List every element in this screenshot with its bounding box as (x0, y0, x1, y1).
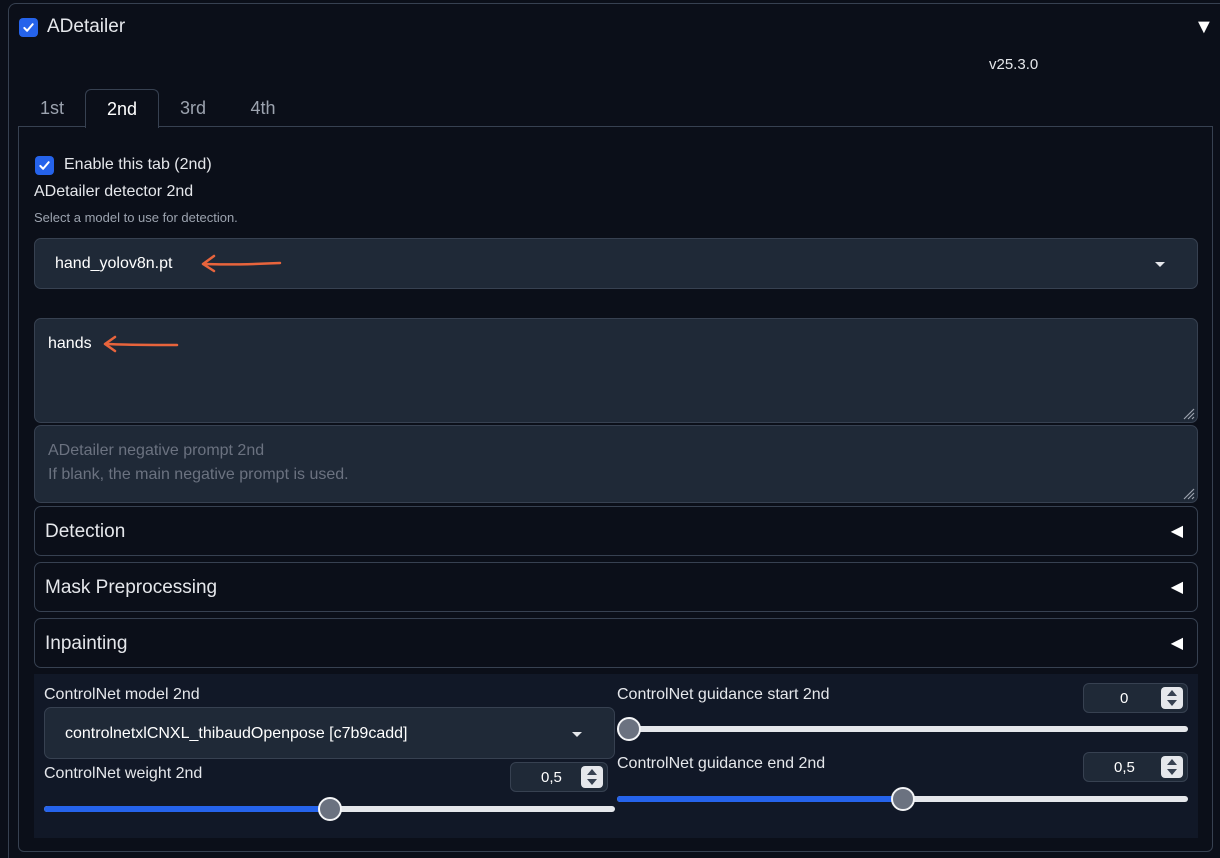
detector-value: hand_yolov8n.pt (55, 255, 173, 272)
tab-2nd[interactable]: 2nd (85, 89, 159, 128)
guidance-start-number[interactable]: 0 (1083, 683, 1188, 713)
slider-thumb[interactable] (617, 717, 641, 741)
expand-triangle-icon: ◀ (1170, 635, 1183, 652)
prompt-textarea[interactable]: hands (34, 318, 1198, 423)
expand-triangle-icon: ◀ (1170, 579, 1183, 596)
guidance-end-slider[interactable] (617, 787, 1188, 811)
annotation-arrow-icon (103, 335, 179, 353)
resize-grip-icon[interactable] (1181, 486, 1195, 500)
slider-thumb[interactable] (318, 797, 342, 821)
accordion-label: Inpainting (45, 633, 128, 654)
spinner-icon[interactable] (1161, 687, 1183, 709)
slider-fill (44, 806, 330, 812)
controlnet-model-label: ControlNet model 2nd (44, 686, 200, 703)
guidance-end-number[interactable]: 0,5 (1083, 752, 1188, 782)
controlnet-model-value: controlnetxlCNXL_thibaudOpenpose [c7b9ca… (65, 725, 408, 742)
detection-accordion[interactable]: Detection ◀ (34, 506, 1198, 556)
adetailer-enable-checkbox[interactable] (19, 18, 38, 37)
chevron-down-icon (1155, 262, 1165, 267)
accordion-label: Mask Preprocessing (45, 577, 218, 598)
mask-preprocessing-accordion[interactable]: Mask Preprocessing ◀ (34, 562, 1198, 612)
tab-1st[interactable]: 1st (28, 89, 76, 127)
slider-thumb[interactable] (891, 787, 915, 811)
tab-4th[interactable]: 4th (238, 89, 288, 127)
annotation-arrow-icon (201, 254, 282, 273)
check-icon (39, 161, 50, 170)
resize-grip-icon[interactable] (1181, 406, 1195, 420)
check-icon (23, 23, 34, 32)
controlnet-weight-label: ControlNet weight 2nd (44, 765, 203, 782)
negative-placeholder-line1: ADetailer negative prompt 2nd (48, 442, 265, 459)
detector-label: ADetailer detector 2nd (34, 183, 194, 200)
tab-3rd[interactable]: 3rd (168, 89, 218, 127)
enable-tab-label[interactable]: Enable this tab (2nd) (64, 156, 212, 174)
inpainting-accordion[interactable]: Inpainting ◀ (34, 618, 1198, 668)
accordion-title[interactable]: ADetailer (47, 16, 125, 38)
guidance-start-slider[interactable] (617, 717, 1188, 741)
expand-triangle-icon: ◀ (1170, 523, 1183, 540)
spinner-icon[interactable] (1161, 756, 1183, 778)
version-label: v25.3.0 (989, 56, 1039, 73)
negative-prompt-textarea[interactable]: ADetailer negative prompt 2nd If blank, … (34, 425, 1198, 503)
spinner-icon[interactable] (581, 766, 603, 788)
start-value: 0 (1120, 690, 1129, 707)
guidance-end-label: ControlNet guidance end 2nd (617, 755, 826, 772)
controlnet-weight-number[interactable]: 0,5 (510, 762, 608, 792)
collapse-triangle-icon[interactable]: ▼ (1194, 16, 1214, 39)
accordion-label: Detection (45, 521, 126, 542)
controlnet-model-dropdown[interactable]: controlnetxlCNXL_thibaudOpenpose [c7b9ca… (44, 707, 615, 759)
chevron-down-icon (572, 732, 582, 737)
controlnet-weight-slider[interactable] (44, 797, 615, 821)
weight-value: 0,5 (541, 769, 562, 786)
slider-fill (617, 796, 903, 802)
prompt-text: hands (48, 335, 92, 352)
guidance-start-label: ControlNet guidance start 2nd (617, 686, 830, 703)
end-value: 0,5 (1114, 759, 1135, 776)
enable-tab-checkbox[interactable] (35, 156, 54, 175)
negative-placeholder-line2: If blank, the main negative prompt is us… (48, 466, 349, 483)
detector-info: Select a model to use for detection. (34, 210, 238, 225)
